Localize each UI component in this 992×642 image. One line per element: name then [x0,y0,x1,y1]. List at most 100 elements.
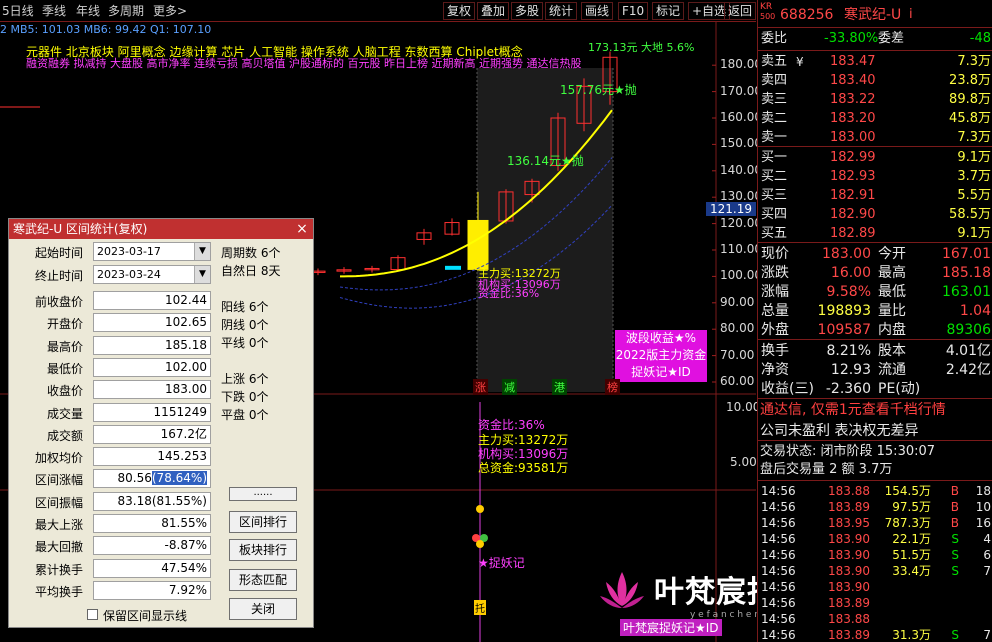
mark-button[interactable]: 标记 [652,2,685,20]
more-button[interactable]: ...... [229,487,297,501]
stat-field-box[interactable]: 183.00 [93,380,211,400]
stat-label: 总量 [761,303,789,319]
start-time-select[interactable]: 2023-03-17 ▼ [93,242,211,261]
toolbar-item-5day[interactable]: 5日线 [2,3,34,19]
tick-count: 7 [983,564,991,578]
weibi-value: -33.80% [824,31,879,46]
stat-field-label: 前收盘价 [34,295,83,309]
restore-rights-button[interactable]: 复权 [443,2,476,20]
lower-axis-label: 10.00 [726,400,761,414]
dialog-title[interactable]: 寒武纪-U 区间统计(复权) [9,219,313,239]
stat-field-value: 145.253 [157,449,207,464]
stat-field-box[interactable]: 102.00 [93,357,211,377]
multi-stock-button[interactable]: 多股 [511,2,544,20]
divider [758,440,992,441]
bid-price[interactable]: 182.89 [830,225,876,243]
back-button[interactable]: 返回 [724,2,757,20]
toolbar-item-more[interactable]: 更多> [153,3,187,19]
close-button[interactable]: 关闭 [229,598,297,620]
interval-rank-button[interactable]: 区间排行 [229,511,297,533]
ask-price[interactable]: 183.47 [830,53,876,71]
stat-field-box[interactable]: -8.87% [93,536,211,556]
weibi-label: 委比 [761,31,788,46]
promo-box[interactable]: 波段收益★% 2022版主力资金 捉妖记★ID [615,330,707,382]
stat-field-box[interactable]: 145.253 [93,447,211,467]
info-icon[interactable]: i [909,4,913,26]
tick-side: B [950,516,959,530]
stat-value: 9.58% [826,284,871,300]
tick-side: S [951,564,959,578]
tick-count: 7 [983,628,991,642]
stat-field-value: 1151249 [153,404,207,419]
bid-price[interactable]: 182.90 [830,206,876,224]
statistics-button[interactable]: 统计 [545,2,578,20]
price-axis-label: 140.00 [720,162,762,177]
ask-row: 卖三 183.22 89.8万 [758,91,992,109]
ask-price[interactable]: 183.20 [830,110,876,128]
overlay-button[interactable]: 叠加 [477,2,510,20]
stat-field-label: 成交额 [46,428,83,443]
stat-value: 109587 [817,322,871,338]
tick-price: 183.90 [828,532,870,546]
high-annotation: 173.13元 大地 5.6% [588,41,695,54]
stat-field-label: 区间涨幅 [34,473,83,488]
tick-row: 14:56 183.90 51.5万 S 6 [758,547,992,563]
ask-label: 卖三 [761,92,788,107]
tick-row: 14:56 183.89 [758,595,992,611]
fundamental-value: -2.360 [825,381,871,397]
tick-time: 14:56 [761,484,796,498]
ask-price[interactable]: 183.00 [830,129,876,147]
stat-field-value: 102.65 [165,315,207,330]
fundamental-label: 股本 [878,343,906,359]
stat-field-box[interactable]: 47.54% [93,558,211,578]
tick-row: 14:56 183.89 97.5万 B 10 [758,499,992,515]
stat-value: 89306 [946,322,991,338]
stat-field-box[interactable]: 102.44 [93,291,211,310]
promo-line-row[interactable]: 通达信, 仅需1元查看千档行情 [758,401,992,419]
toolbar-item-year[interactable]: 年线 [76,3,100,19]
toolbar-item-season[interactable]: 季线 [42,3,66,19]
sell-signal-157: 157.76元★抛 [560,83,637,97]
tick-row: 14:56 183.90 [758,579,992,595]
chevron-down-icon[interactable]: ▼ [194,266,210,283]
divider [758,398,992,399]
bid-price[interactable]: 182.99 [830,149,876,167]
tick-row: 14:56 183.89 31.3万 S 7 [758,627,992,642]
quote-header: KR 500 688256 寒武纪-U i [758,2,992,26]
stat-label: 最高 [878,265,906,281]
stat-field-value: 183.00 [165,382,207,397]
ask-price[interactable]: 183.40 [830,72,876,90]
sector-rank-button[interactable]: 板块排行 [229,539,297,561]
summary-line: 平盘 0个 [221,408,269,422]
stat-field-box[interactable]: 7.92% [93,580,211,600]
end-time-select[interactable]: 2023-03-24 ▼ [93,265,211,284]
close-icon[interactable]: × [294,221,310,237]
stat-field-box[interactable]: 83.18(81.55%) [93,491,211,511]
stat-field-box[interactable]: 102.65 [93,313,211,333]
stat-field-box[interactable]: 1151249 [93,402,211,422]
bid-price[interactable]: 182.91 [830,187,876,205]
tick-price: 183.88 [828,484,870,498]
ask-price[interactable]: 183.22 [830,91,876,109]
stat-field-box[interactable]: 81.55% [93,514,211,533]
summary-line: 周期数 6个 [221,246,281,260]
f10-button[interactable]: F10 [618,2,649,20]
chart-toolbar: 5日线 季线 年线 多周期 更多> 复权 叠加 多股 统计 画线 F10 标记 … [0,0,757,22]
ask-label: 卖二 [761,111,788,126]
bid-price[interactable]: 182.93 [830,168,876,186]
stat-field-box[interactable]: 185.18 [93,335,211,355]
chevron-down-icon[interactable]: ▼ [194,243,210,260]
stat-field-box[interactable]: 167.2亿 [93,424,211,444]
price-axis-label: 160.00 [720,110,762,124]
stat-field-box[interactable]: 80.56(78.64%) [93,469,211,489]
promo-line[interactable]: 通达信, 仅需1元查看千档行情 [760,401,946,419]
keep-range-checkbox[interactable] [87,609,98,620]
draw-line-button[interactable]: 画线 [581,2,614,20]
stat-row: 现价 183.00 今开 167.01 [758,245,992,263]
pattern-match-button[interactable]: 形态匹配 [229,569,297,591]
bottom-promo-tag[interactable]: 叶梵宸捉妖记★ID [620,619,722,636]
summary-line: 下跌 0个 [221,390,269,404]
toolbar-item-multiperiod[interactable]: 多周期 [108,3,144,19]
price-axis-label: 80.00 [720,321,755,336]
current-price-tag: 121.19 [706,202,756,216]
